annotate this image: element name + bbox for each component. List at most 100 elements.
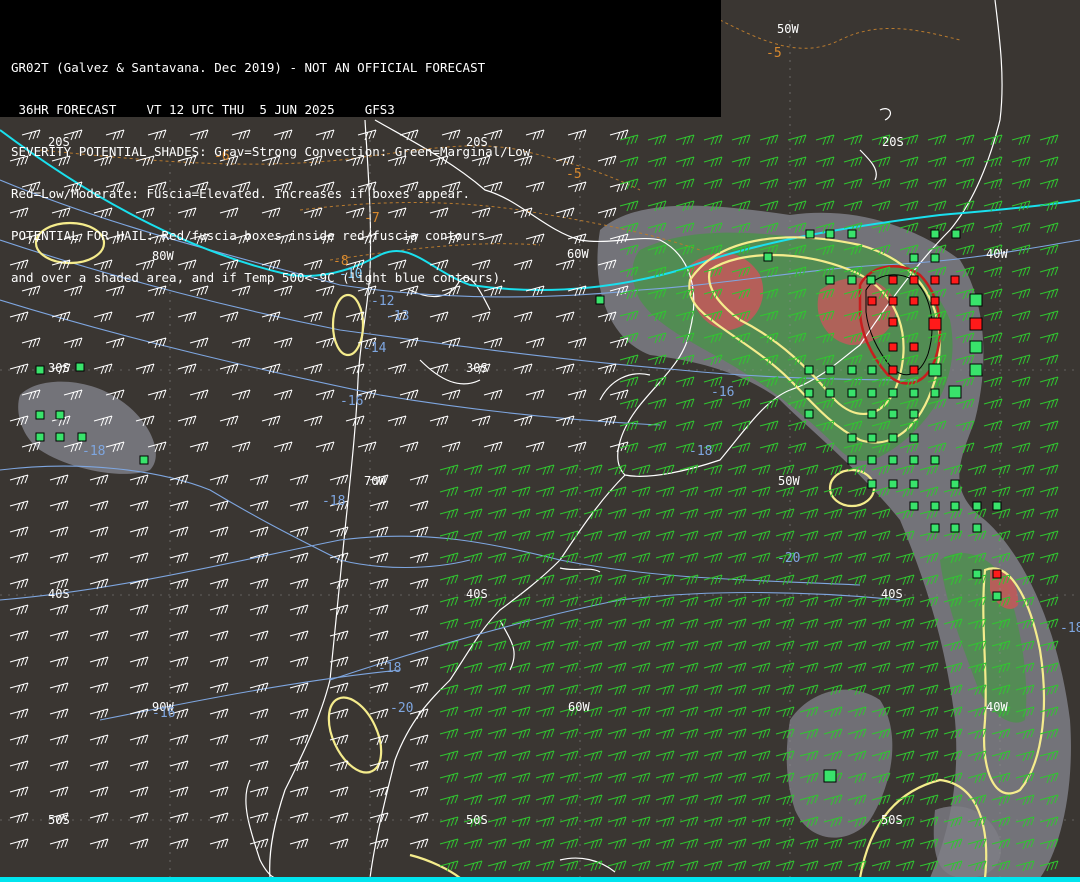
green-convection-box [909,501,919,511]
green-convection-box [805,229,815,239]
temp-label-m18-c: -18 [378,661,401,676]
green-convection-box [992,501,1002,511]
green-convection-box [909,455,919,465]
green-convection-box [847,433,857,443]
green-convection-box [825,365,835,375]
green-convection-box [867,365,877,375]
label-40s-mid: 40S [466,587,488,601]
green-convection-box [909,388,919,398]
green-convection-box [139,455,149,465]
temp-label-m14: -14 [363,341,387,356]
label-50w-mid: 50W [778,474,800,488]
green-convection-box-large [928,363,942,377]
temp-label-m18-e: -18 [1060,621,1080,636]
red-hail-box [930,296,940,306]
green-convection-box [888,388,898,398]
header-severity-legend-line: Red=Low/Moderate: Fuscia=Elevated. Incre… [11,187,471,201]
green-convection-box-large [969,340,983,354]
red-hail-box [867,296,877,306]
green-convection-box [825,275,835,285]
red-hail-box [992,569,1002,579]
temp-label-m13: -13 [386,309,409,324]
green-convection-box [867,388,877,398]
green-convection-box [930,523,940,533]
red-hail-box [909,342,919,352]
red-hail-box [950,275,960,285]
green-convection-box [847,365,857,375]
label-30s-mid: 30S [466,361,488,375]
red-hail-box [930,275,940,285]
red-hail-box [909,275,919,285]
green-convection-box [909,409,919,419]
green-convection-box [35,410,45,420]
green-convection-box [972,523,982,533]
temp-label-m16-low: -16 [152,706,175,721]
green-convection-box [909,253,919,263]
red-hail-box [888,365,898,375]
label-20s-right: 20S [882,135,904,149]
green-convection-box [55,432,65,442]
green-convection-box [972,569,982,579]
green-convection-box [847,388,857,398]
label-50w-top: 50W [777,22,799,36]
green-convection-box [992,591,1002,601]
green-convection-box [888,409,898,419]
green-convection-box-large [948,385,962,399]
red-hail-box [888,296,898,306]
header-forecast-time-line: 36HR FORECAST VT 12 UTC THU 5 JUN 2025 G… [11,103,395,117]
red-hail-box [928,317,942,331]
green-convection-box [825,229,835,239]
green-convection-box [950,479,960,489]
green-convection-box [950,523,960,533]
green-convection-box [804,409,814,419]
red-hail-box [888,317,898,327]
green-convection-box [930,253,940,263]
temp-label-m20-b: -20 [390,701,413,716]
green-convection-box [763,252,773,262]
green-convection-box [77,432,87,442]
temp-label-m16-right: -16 [711,385,734,400]
green-convection-box [35,365,45,375]
green-convection-box [847,275,857,285]
green-convection-box [972,501,982,511]
green-convection-box [930,388,940,398]
green-convection-box [35,432,45,442]
temp-label-m18-b: -18 [322,494,345,509]
green-convection-box [888,455,898,465]
green-convection-box-large [969,363,983,377]
green-convection-box [867,479,877,489]
green-convection-box [909,479,919,489]
green-convection-box [950,501,960,511]
green-convection-box [951,229,961,239]
green-convection-box [825,388,835,398]
label-30s-left: 30S [48,361,70,375]
header-title-line: GR02T (Galvez & Santavana. Dec 2019) - N… [11,61,486,75]
green-convection-box [930,455,940,465]
green-convection-box [867,455,877,465]
label-70w: 70W [364,474,386,488]
header-severity-line: SEVERITY POTENTIAL SHADES: Grav=Strong C… [11,145,531,159]
red-hail-box [969,317,983,331]
temp-label-m18-a: -18 [689,444,712,459]
green-convection-box [55,410,65,420]
forecast-header: GR02T (Galvez & Santavana. Dec 2019) - N… [0,0,721,285]
green-convection-box [909,433,919,443]
temp-label-m5-top: -5 [766,46,782,61]
green-convection-box [930,501,940,511]
green-convection-box [888,479,898,489]
green-convection-box [888,433,898,443]
green-convection-box [847,455,857,465]
label-40w: 40W [986,247,1008,261]
label-40s-left: 40S [48,587,70,601]
label-60w-low: 60W [568,700,590,714]
label-40s-right: 40S [881,587,903,601]
label-40w-low: 40W [986,700,1008,714]
green-convection-box [930,229,940,239]
red-hail-box [909,365,919,375]
green-convection-box-large [969,293,983,307]
red-hail-box [909,296,919,306]
temp-label-m20-a: -20 [777,551,800,566]
header-hail-line: POTENTIAL FOR HAIL: Red/fuscia boxes ins… [11,229,486,243]
green-convection-box [847,229,857,239]
label-50s-right: 50S [881,813,903,827]
